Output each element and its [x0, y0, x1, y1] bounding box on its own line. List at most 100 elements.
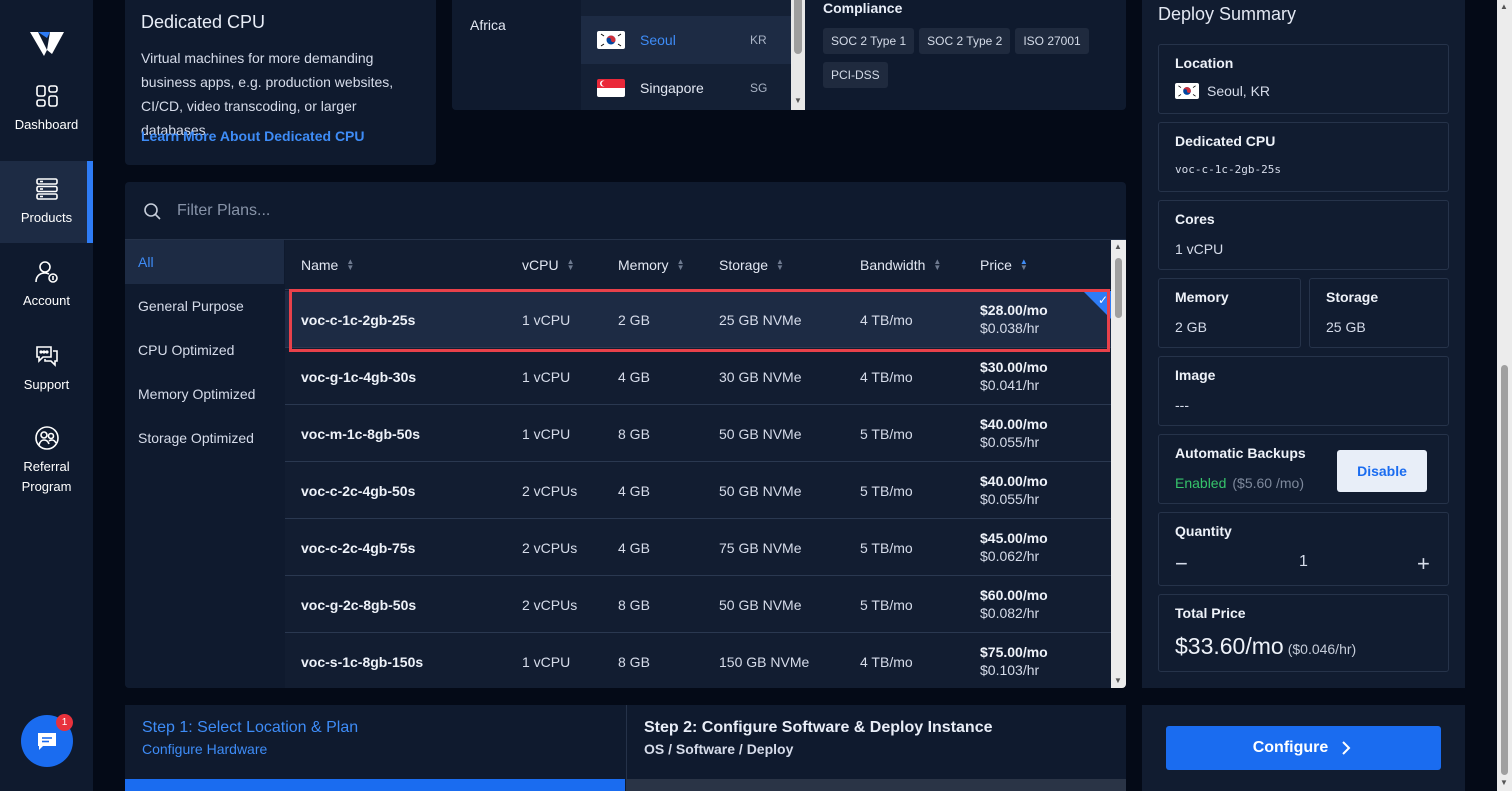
table-row[interactable]: voc-g-1c-4gb-30s 1 vCPU 4 GB 30 GB NVMe …	[285, 348, 1111, 405]
region-item-africa[interactable]: Africa	[470, 17, 506, 33]
summary-location: Location Seoul, KR	[1158, 44, 1449, 114]
city-row-above[interactable]	[581, 0, 791, 16]
plan-vcpu: 2 vCPUs	[522, 483, 578, 499]
plan-storage: 50 GB NVMe	[719, 426, 802, 442]
plan-price: $28.00/mo $0.038/hr	[980, 302, 1048, 336]
plan-bandwidth: 5 TB/mo	[860, 597, 913, 613]
plans-table: Name ▲ ▼ vCPU ▲ ▼ Memory ▲ ▼ Storage ▲ ▼ Bandwid…	[285, 240, 1111, 688]
plan-price: $45.00/mo $0.062/hr	[980, 530, 1048, 564]
korea-flag-icon	[597, 31, 625, 49]
category-memory-optimized[interactable]: Memory Optimized	[125, 372, 284, 416]
table-row[interactable]: voc-c-2c-4gb-75s 2 vCPUs 4 GB 75 GB NVMe…	[285, 519, 1111, 576]
sort-icon: ▲ ▼	[346, 257, 355, 272]
nav-products-label: Products	[20, 210, 73, 225]
scroll-up-arrow-icon[interactable]: ▲	[1500, 2, 1508, 11]
configure-button[interactable]: Configure	[1166, 726, 1441, 770]
table-row[interactable]: voc-s-1c-8gb-150s 1 vCPU 8 GB 150 GB NVM…	[285, 633, 1111, 688]
city-list-scroll-thumb[interactable]	[794, 0, 802, 54]
category-all[interactable]: All	[125, 240, 284, 284]
plan-price-monthly: $45.00/mo	[980, 530, 1048, 546]
scroll-up-arrow-icon[interactable]: ▲	[1114, 242, 1122, 251]
plan-vcpu: 1 vCPU	[522, 312, 571, 328]
plan-memory: 4 GB	[618, 540, 650, 556]
city-list-scrollbar[interactable]: ▼	[791, 0, 805, 110]
plan-storage: 25 GB NVMe	[719, 312, 802, 328]
plan-price-monthly: $40.00/mo	[980, 416, 1048, 432]
plan-memory: 8 GB	[618, 597, 650, 613]
quantity-value[interactable]: 1	[1299, 553, 1308, 571]
summary-quantity: Quantity − 1 +	[1158, 512, 1449, 586]
page-scrollbar[interactable]: ▲ ▼	[1497, 0, 1512, 791]
nav-dashboard[interactable]: Dashboard	[0, 68, 93, 150]
plan-category-list: All General Purpose CPU Optimized Memory…	[125, 240, 284, 688]
plan-price: $60.00/mo $0.082/hr	[980, 587, 1048, 621]
table-row[interactable]: voc-g-2c-8gb-50s 2 vCPUs 8 GB 50 GB NVMe…	[285, 576, 1111, 633]
filter-plans-input[interactable]: Filter Plans...	[177, 202, 270, 220]
filter-bar[interactable]: Filter Plans...	[125, 182, 1126, 240]
summary-storage: Storage 25 GB	[1309, 278, 1449, 348]
column-header-vcpu[interactable]: vCPU ▲ ▼	[522, 257, 574, 273]
column-header-name[interactable]: Name ▲ ▼	[301, 257, 354, 273]
scroll-down-arrow-icon[interactable]: ▼	[1500, 778, 1508, 787]
nav-products[interactable]: Products	[0, 161, 93, 243]
plans-table-scrollbar[interactable]: ▲ ▼	[1111, 240, 1126, 688]
plan-memory: 4 GB	[618, 483, 650, 499]
summary-memory: Memory 2 GB	[1158, 278, 1301, 348]
checkmark-icon: ✓	[1097, 293, 1108, 307]
nav-support[interactable]: Support	[0, 328, 93, 410]
compliance-title: Compliance	[823, 0, 903, 16]
page-scroll-thumb[interactable]	[1501, 365, 1508, 775]
nav-account[interactable]: Account	[0, 244, 93, 326]
plan-price-hourly: $0.038/hr	[980, 320, 1040, 336]
plan-price-monthly: $28.00/mo	[980, 302, 1048, 318]
scroll-down-arrow-icon[interactable]: ▼	[1114, 676, 1122, 685]
plan-price: $75.00/mo $0.103/hr	[980, 644, 1048, 678]
total-price-hourly: ($0.046/hr)	[1287, 641, 1357, 657]
nav-referral[interactable]: Referral Program	[0, 418, 93, 504]
summary-image-label: Image	[1175, 367, 1216, 383]
nav-account-label: Account	[23, 293, 70, 308]
category-cpu-optimized[interactable]: CPU Optimized	[125, 328, 284, 372]
summary-location-text: Seoul, KR	[1207, 83, 1271, 99]
nav-dashboard-label: Dashboard	[14, 117, 79, 132]
quantity-decrement-button[interactable]: −	[1175, 551, 1188, 577]
plans-table-scroll-thumb[interactable]	[1115, 258, 1122, 318]
chat-notification-badge: 1	[56, 714, 73, 731]
column-header-memory[interactable]: Memory ▲ ▼	[618, 257, 684, 273]
plan-price-hourly: $0.103/hr	[980, 662, 1040, 678]
plan-price: $40.00/mo $0.055/hr	[980, 416, 1048, 450]
plan-price: $40.00/mo $0.055/hr	[980, 473, 1048, 507]
sort-icon: ▲ ▼	[566, 257, 575, 272]
category-general-purpose[interactable]: General Purpose	[125, 284, 284, 328]
plan-name: voc-g-2c-8gb-50s	[301, 597, 417, 613]
deploy-summary-panel: Deploy Summary Location Seoul, KR Dedica…	[1142, 0, 1465, 688]
plan-price-hourly: $0.041/hr	[980, 377, 1040, 393]
quantity-increment-button[interactable]: +	[1417, 551, 1430, 577]
app-root: Dashboard Products Account Support Refer…	[0, 0, 1512, 791]
city-item-seoul[interactable]: Seoul KR	[581, 16, 791, 64]
summary-memory-label: Memory	[1175, 289, 1229, 305]
city-code-seoul: KR	[750, 33, 767, 47]
column-header-price[interactable]: Price ▲ ▼	[980, 257, 1028, 273]
column-header-storage[interactable]: Storage ▲ ▼	[719, 257, 784, 273]
column-header-bandwidth[interactable]: Bandwidth ▲ ▼	[860, 257, 941, 273]
plan-storage: 50 GB NVMe	[719, 483, 802, 499]
scroll-down-arrow-icon[interactable]: ▼	[794, 96, 802, 105]
nav-referral-label: Referral Program	[21, 459, 72, 494]
learn-more-link[interactable]: Learn More About Dedicated CPU	[141, 128, 365, 144]
plan-price-monthly: $40.00/mo	[980, 473, 1048, 489]
table-row[interactable]: voc-c-2c-4gb-50s 2 vCPUs 4 GB 50 GB NVMe…	[285, 462, 1111, 519]
plan-price-monthly: $30.00/mo	[980, 359, 1048, 375]
category-storage-optimized[interactable]: Storage Optimized	[125, 416, 284, 460]
city-name-seoul: Seoul	[640, 32, 676, 48]
total-price-monthly: $33.60/mo	[1175, 633, 1284, 659]
city-item-singapore[interactable]: Singapore SG	[581, 64, 791, 110]
brand-logo-icon[interactable]	[30, 28, 64, 58]
table-row[interactable]: voc-m-1c-8gb-50s 1 vCPU 8 GB 50 GB NVMe …	[285, 405, 1111, 462]
chevron-right-icon	[1342, 741, 1351, 755]
disable-backups-button[interactable]: Disable	[1337, 450, 1427, 492]
summary-image: Image ---	[1158, 356, 1449, 426]
plan-price-monthly: $75.00/mo	[980, 644, 1048, 660]
table-row[interactable]: voc-c-1c-2gb-25s 1 vCPU 2 GB 25 GB NVMe …	[285, 291, 1111, 348]
plan-storage: 50 GB NVMe	[719, 597, 802, 613]
